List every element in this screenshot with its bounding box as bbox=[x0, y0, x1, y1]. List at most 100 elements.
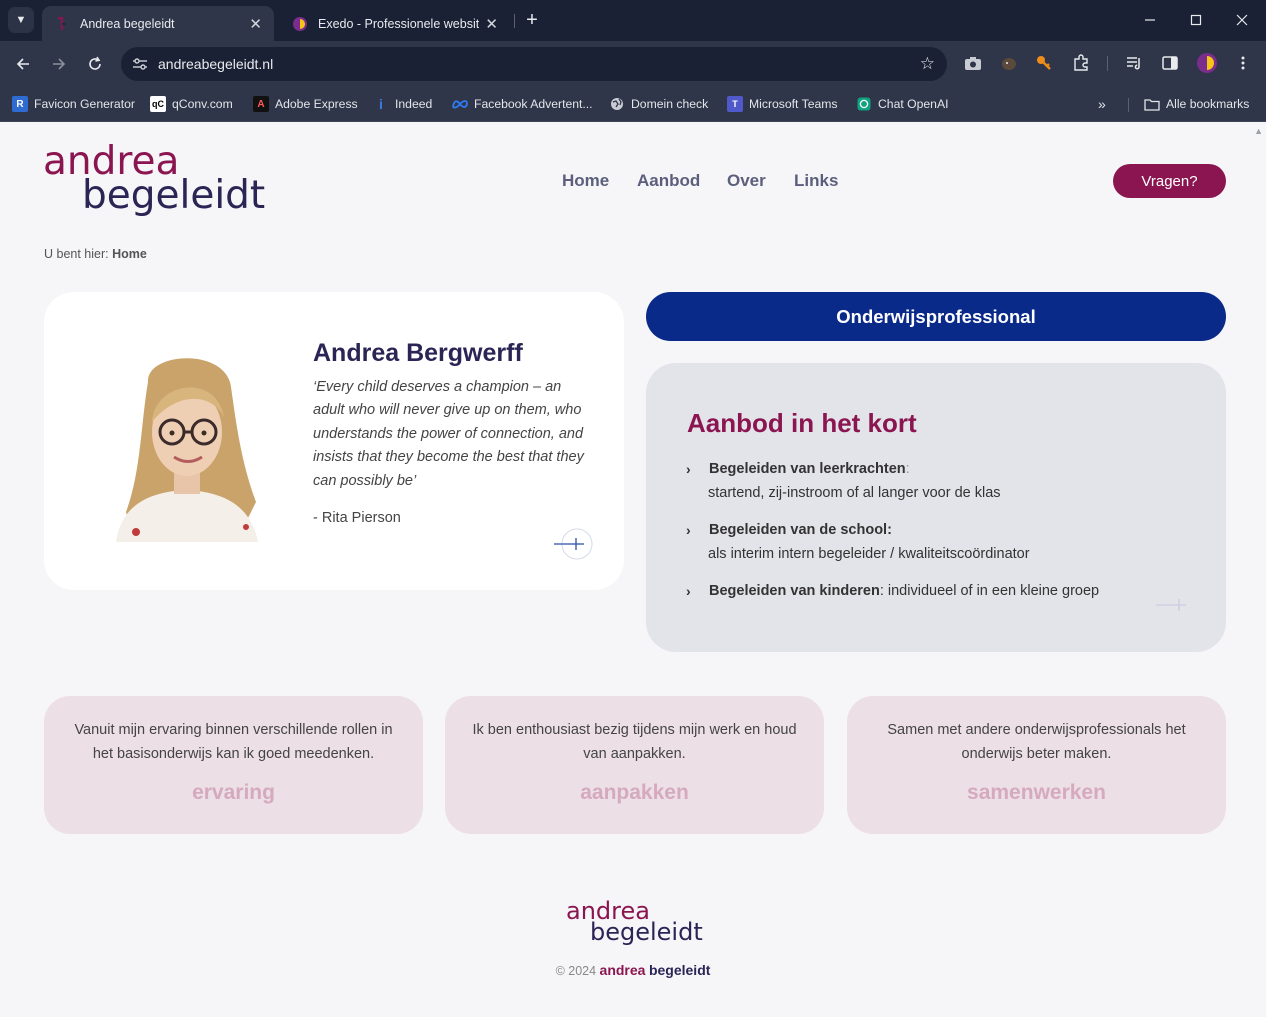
copyright-year: © 2024 bbox=[555, 964, 597, 978]
all-bookmarks-button[interactable]: Alle bookmarks bbox=[1144, 92, 1249, 116]
onderwijsprofessional-button[interactable]: Onderwijsprofessional bbox=[646, 292, 1226, 341]
bookmark-indeed[interactable]: i Indeed bbox=[373, 92, 432, 116]
site-logo[interactable]: andrea begeleidt bbox=[43, 142, 266, 219]
bookmarks-bar: R Favicon Generator qC qConv.com A Adobe… bbox=[0, 86, 1266, 122]
quote-author: - Rita Pierson bbox=[313, 510, 401, 526]
footer-logo[interactable]: andrea begeleidt bbox=[566, 899, 703, 947]
bookmark-qconv[interactable]: qC qConv.com bbox=[150, 92, 233, 116]
bookmark-label: Chat OpenAI bbox=[878, 97, 949, 111]
logo-line-begeleidt: begeleidt bbox=[82, 173, 266, 219]
bookmark-star-icon[interactable]: ☆ bbox=[920, 54, 935, 74]
site-settings-icon[interactable] bbox=[131, 55, 149, 73]
new-tab-button[interactable]: + bbox=[521, 8, 543, 32]
close-tab-icon[interactable]: ✕ bbox=[249, 15, 262, 33]
browser-toolbar: andreabegeleidt.nl ☆ bbox=[0, 41, 1266, 86]
bookmark-label: Adobe Express bbox=[275, 97, 358, 111]
offer-card: Aanbod in het kort › Begeleiden van leer… bbox=[646, 363, 1226, 652]
bookmark-microsoft-teams[interactable]: T Microsoft Teams bbox=[727, 92, 838, 116]
back-arrow-icon[interactable] bbox=[10, 51, 36, 77]
breadcrumb-prefix: U bent hier: bbox=[44, 247, 109, 261]
bookmarks-separator bbox=[1128, 98, 1129, 112]
maximize-icon[interactable] bbox=[1181, 8, 1211, 32]
tab-search-button[interactable]: ▼ bbox=[8, 7, 34, 33]
meta-icon bbox=[452, 96, 468, 112]
openai-icon bbox=[856, 96, 872, 112]
value-text: Ik ben enthousiast bezig tijdens mijn we… bbox=[472, 722, 797, 762]
copyright: © 2024 andrea begeleidt bbox=[0, 962, 1266, 978]
value-word: aanpakken bbox=[580, 781, 689, 804]
forward-arrow-icon[interactable] bbox=[46, 51, 72, 77]
tab-andrea-begeleidt[interactable]: Andrea begeleidt ✕ bbox=[42, 6, 274, 41]
portrait-photo bbox=[86, 342, 286, 542]
chevron-right-icon: › bbox=[686, 461, 691, 477]
breadcrumb-current[interactable]: Home bbox=[112, 247, 147, 261]
vragen-button[interactable]: Vragen? bbox=[1113, 164, 1226, 198]
value-card-samenwerken: Samen met andere onderwijsprofessionals … bbox=[847, 696, 1226, 834]
offer-title: Aanbod in het kort bbox=[687, 408, 917, 438]
url-text: andreabegeleidt.nl bbox=[158, 56, 274, 72]
bookmark-domein-check[interactable]: Domein check bbox=[609, 92, 708, 116]
extensions-puzzle-icon[interactable] bbox=[1070, 52, 1092, 74]
nav-aanbod[interactable]: Aanbod bbox=[637, 171, 700, 191]
offer-item-line2: als interim intern begeleider / kwalitei… bbox=[708, 546, 1030, 562]
globe-icon bbox=[609, 96, 625, 112]
bookmark-chat-openai[interactable]: Chat OpenAI bbox=[856, 92, 948, 116]
puppy-extension-icon[interactable] bbox=[998, 52, 1020, 74]
qconv-icon: qC bbox=[150, 96, 166, 112]
tab-title: Andrea begeleidt bbox=[80, 16, 175, 31]
web-page: ▲ andrea begeleidt Home Aanbod Over Link… bbox=[0, 122, 1266, 1017]
value-text: Samen met andere onderwijsprofessionals … bbox=[887, 722, 1186, 762]
offer-item-line1: Begeleiden van kinderen: individueel of … bbox=[709, 583, 1100, 599]
bookmark-label: qConv.com bbox=[172, 97, 233, 111]
key-extension-icon[interactable] bbox=[1033, 52, 1055, 74]
teams-icon: T bbox=[727, 96, 743, 112]
chevron-right-icon: › bbox=[686, 583, 691, 599]
quote-text: ‘Every child deserves a champion – an ad… bbox=[313, 379, 584, 489]
logo-line-begeleidt: begeleidt bbox=[590, 918, 703, 947]
decorative-plus-icon bbox=[1154, 585, 1194, 625]
value-card-ervaring: Vanuit mijn ervaring binnen verschillend… bbox=[44, 696, 423, 834]
tab-title: Exedo - Professionele websites bbox=[318, 16, 480, 31]
all-bookmarks-label: Alle bookmarks bbox=[1166, 97, 1250, 111]
tab-separator bbox=[514, 14, 515, 28]
copyright-brand-begeleidt: begeleidt bbox=[648, 962, 711, 978]
bookmark-adobe-express[interactable]: A Adobe Express bbox=[253, 92, 358, 116]
toolbar-separator bbox=[1107, 56, 1108, 71]
profile-card: Andrea Bergwerff ‘Every child deserves a… bbox=[44, 292, 624, 590]
bookmark-favicon-generator[interactable]: R Favicon Generator bbox=[12, 92, 135, 116]
scroll-up-arrow-icon[interactable]: ▲ bbox=[1254, 126, 1263, 136]
nav-over[interactable]: Over bbox=[727, 171, 766, 191]
side-panel-icon[interactable] bbox=[1159, 52, 1181, 74]
chevron-right-icon: › bbox=[686, 522, 691, 538]
offer-item-line2: startend, zij-instroom of al langer voor… bbox=[708, 485, 1001, 501]
person-name: Andrea Bergwerff bbox=[313, 339, 523, 367]
close-tab-icon[interactable]: ✕ bbox=[485, 15, 498, 33]
breadcrumb: U bent hier: Home bbox=[44, 247, 147, 261]
browser-menu-icon[interactable] bbox=[1232, 52, 1254, 74]
profile-avatar-icon[interactable] bbox=[1196, 52, 1218, 74]
bookmark-label: Facebook Advertent... bbox=[474, 97, 593, 111]
indeed-icon: i bbox=[379, 96, 383, 112]
reload-icon[interactable] bbox=[82, 51, 108, 77]
camera-extension-icon[interactable] bbox=[962, 52, 984, 74]
bookmark-label: Favicon Generator bbox=[34, 97, 135, 111]
value-text: Vanuit mijn ervaring binnen verschillend… bbox=[74, 722, 393, 762]
nav-links[interactable]: Links bbox=[794, 171, 838, 191]
bookmark-facebook-advertenties[interactable]: Facebook Advertent... bbox=[452, 92, 593, 116]
close-window-icon[interactable] bbox=[1227, 8, 1257, 32]
tab-exedo[interactable]: Exedo - Professionele websites ✕ bbox=[280, 6, 510, 41]
exedo-favicon-icon bbox=[292, 16, 308, 32]
address-bar[interactable]: andreabegeleidt.nl ☆ bbox=[121, 47, 947, 81]
bookmark-label: Microsoft Teams bbox=[749, 97, 838, 111]
more-bookmarks-chevron-icon[interactable]: » bbox=[1098, 92, 1106, 116]
value-word: ervaring bbox=[192, 781, 275, 804]
value-word: samenwerken bbox=[967, 781, 1106, 804]
nav-home[interactable]: Home bbox=[562, 171, 609, 191]
minimize-icon[interactable] bbox=[1135, 8, 1165, 32]
value-card-aanpakken: Ik ben enthousiast bezig tijdens mijn we… bbox=[445, 696, 824, 834]
reading-list-icon[interactable] bbox=[1123, 52, 1145, 74]
offer-item-line1: Begeleiden van de school: bbox=[709, 522, 892, 538]
bookmark-label: Indeed bbox=[395, 97, 433, 111]
bookmark-label: Domein check bbox=[631, 97, 709, 111]
adobe-express-icon: A bbox=[253, 96, 269, 112]
